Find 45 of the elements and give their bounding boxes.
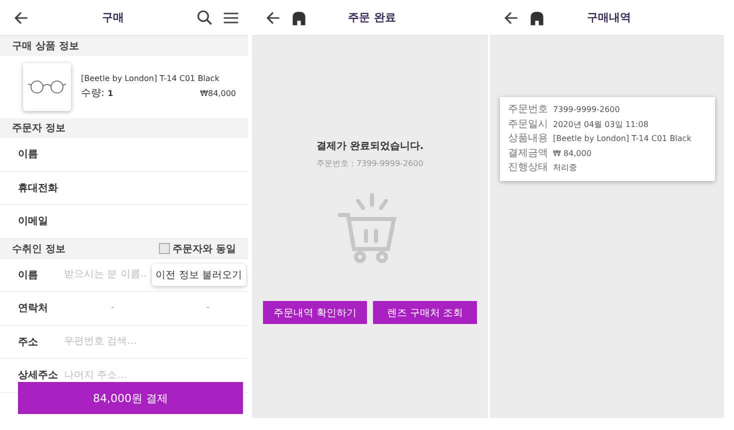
field-label: 연락처 bbox=[18, 302, 49, 316]
section-title: 주문자 정보 bbox=[12, 122, 66, 135]
order-number: 주문번호 : 7399-9999-2600 bbox=[316, 158, 424, 169]
home-icon[interactable] bbox=[290, 8, 308, 26]
detail-label: 상품내용 bbox=[508, 132, 548, 146]
field-label: 주소 bbox=[18, 336, 39, 349]
detail-label: 결제금액 bbox=[508, 146, 548, 160]
order-history-button[interactable]: 주문내역 확인하기 bbox=[263, 301, 367, 324]
screen-title: 구매내역 bbox=[586, 10, 632, 25]
field-label: 이메일 bbox=[18, 215, 49, 228]
pay-button[interactable]: 84,000원 결제 bbox=[18, 382, 243, 414]
product-name: [Beetle by London] T-14 C01 Black bbox=[81, 74, 220, 83]
glasses-icon bbox=[27, 80, 67, 94]
detail-value: [Beetle by London] T-14 C01 Black bbox=[553, 133, 692, 145]
quantity-label: 수량: bbox=[81, 88, 104, 99]
field-label: 이름 bbox=[18, 268, 39, 282]
field-label: 휴대전화 bbox=[18, 182, 59, 195]
screen-title: 주문 완료 bbox=[347, 10, 397, 25]
field-label: 상세주소 bbox=[18, 369, 59, 382]
lens-store-button[interactable]: 렌즈 구매처 조회 bbox=[373, 301, 477, 324]
detail-label: 주문번호 bbox=[508, 103, 548, 116]
completion-message: 결제가 완료되었습니다. bbox=[316, 140, 424, 153]
input-field[interactable]: 받으시는 분 이름.. bbox=[64, 269, 148, 280]
input-field[interactable]: 우편번호 검색... bbox=[64, 336, 148, 348]
detail-value: 7399-9999-2600 bbox=[553, 104, 620, 116]
checkbox[interactable] bbox=[158, 243, 170, 254]
order-card[interactable]: 주문번호 7399-9999-2600 주문일시 2020년 04월 03일 11:08 상품내용 [Beetle by London] T-14 C01 Black 결제금액 ₩ 84,000 진행상태 처리중 bbox=[500, 97, 715, 180]
detail-value: 처리중 bbox=[553, 162, 577, 174]
detail-label: 주문일시 bbox=[508, 118, 548, 131]
detail-value: 2020년 04월 03일 11:08 bbox=[553, 118, 648, 130]
phone-separator: - bbox=[206, 303, 210, 314]
field-label: 이름 bbox=[18, 148, 39, 162]
phone-separator: - bbox=[111, 303, 114, 314]
screen-title: 구매 bbox=[101, 10, 125, 25]
product-price: ₩84,000 bbox=[200, 88, 236, 98]
quantity-value: 1 bbox=[108, 89, 114, 98]
input-field[interactable]: 나머지 주소... bbox=[64, 370, 148, 381]
detail-value: ₩ 84,000 bbox=[553, 148, 592, 160]
checkbox-label: 주문자와 동일 bbox=[172, 242, 236, 256]
section-title: 구매 상품 정보 bbox=[12, 40, 79, 53]
section-title: 수취인 정보 bbox=[12, 242, 66, 256]
home-icon[interactable] bbox=[528, 8, 546, 26]
detail-label: 진행상태 bbox=[508, 161, 548, 174]
load-previous-button[interactable]: 이전 정보 불러오기 bbox=[152, 264, 246, 286]
search-icon[interactable] bbox=[196, 8, 214, 26]
